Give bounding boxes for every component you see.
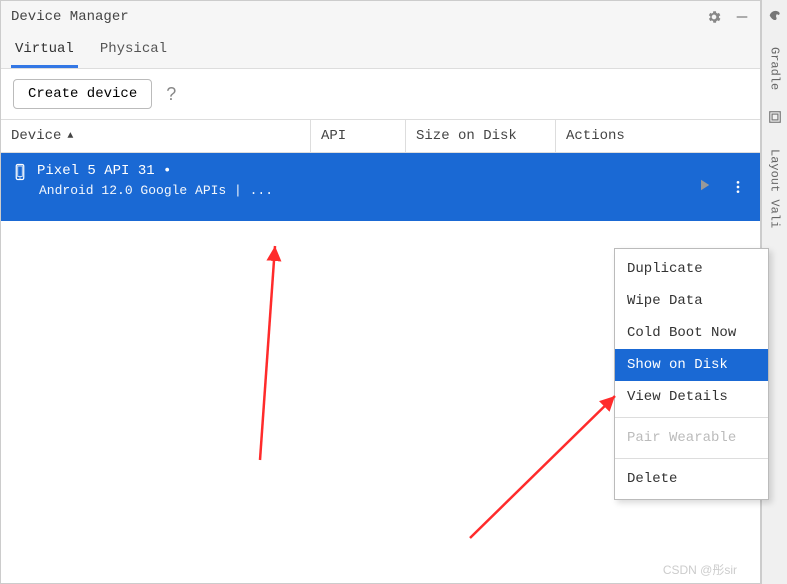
menu-cold-boot[interactable]: Cold Boot Now	[615, 317, 768, 349]
toolbar: Create device ?	[1, 69, 760, 119]
context-menu: Duplicate Wipe Data Cold Boot Now Show o…	[614, 248, 769, 500]
device-name: Pixel 5 API 31 •	[37, 163, 273, 179]
menu-separator	[615, 458, 768, 459]
table-header: Device ▲ API Size on Disk Actions	[1, 119, 760, 153]
menu-show-on-disk[interactable]: Show on Disk	[615, 349, 768, 381]
column-device-label: Device	[11, 128, 61, 144]
table-row[interactable]: Pixel 5 API 31 • Android 12.0 Google API…	[1, 153, 760, 221]
column-size[interactable]: Size on Disk	[406, 120, 556, 152]
device-subtitle: Android 12.0 Google APIs | ...	[37, 183, 273, 198]
tab-virtual[interactable]: Virtual	[11, 33, 78, 68]
menu-pair-wearable: Pair Wearable	[615, 422, 768, 454]
menu-delete[interactable]: Delete	[615, 463, 768, 495]
column-actions[interactable]: Actions	[556, 120, 760, 152]
tabs: Virtual Physical	[1, 33, 760, 69]
panel-title: Device Manager	[11, 9, 706, 25]
phone-icon	[11, 163, 29, 211]
titlebar: Device Manager	[1, 1, 760, 33]
gear-icon[interactable]	[706, 9, 722, 25]
minimize-icon[interactable]	[734, 9, 750, 25]
layout-icon[interactable]	[768, 110, 782, 129]
device-size	[406, 153, 556, 221]
column-device[interactable]: Device ▲	[1, 120, 311, 152]
menu-duplicate[interactable]: Duplicate	[615, 253, 768, 285]
play-icon[interactable]	[695, 176, 713, 199]
tab-physical[interactable]: Physical	[96, 33, 171, 68]
help-icon[interactable]: ?	[166, 84, 176, 105]
sort-up-icon: ▲	[67, 131, 73, 142]
rail-layout[interactable]: Layout Vali	[768, 145, 782, 232]
device-api	[311, 153, 406, 221]
menu-wipe-data[interactable]: Wipe Data	[615, 285, 768, 317]
gradle-icon[interactable]	[767, 6, 783, 27]
watermark: CSDN @彤sir	[663, 561, 737, 578]
menu-view-details[interactable]: View Details	[615, 381, 768, 413]
create-device-button[interactable]: Create device	[13, 79, 152, 109]
menu-separator	[615, 417, 768, 418]
column-api[interactable]: API	[311, 120, 406, 152]
rail-gradle[interactable]: Gradle	[768, 43, 782, 94]
more-actions-button[interactable]	[723, 163, 753, 211]
